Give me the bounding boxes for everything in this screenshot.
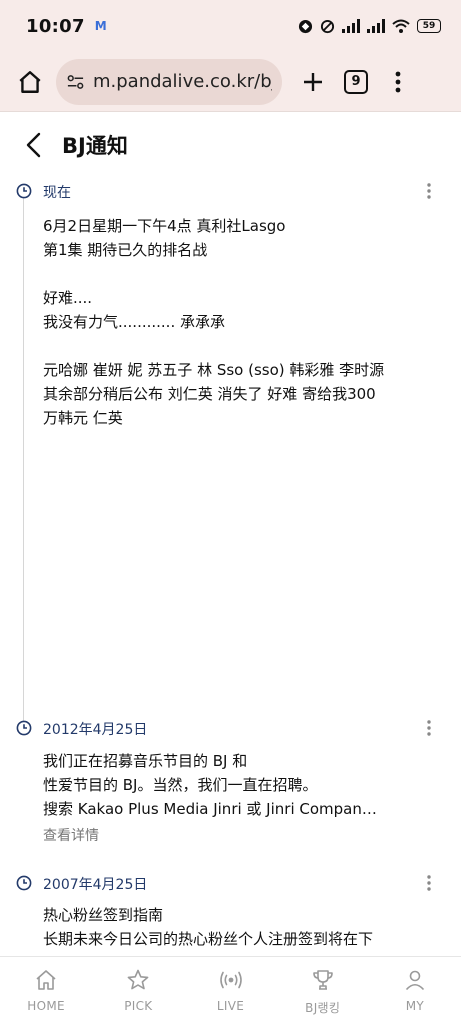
notice-date: 2007年4月25日 xyxy=(43,877,148,893)
more-vertical-icon xyxy=(427,183,431,199)
more-vertical-icon xyxy=(427,720,431,736)
chevron-left-icon xyxy=(26,132,41,158)
notice-line: 我们正在招募音乐节目的 BJ 和 xyxy=(43,752,248,770)
home-icon xyxy=(19,70,41,93)
notice-more-button[interactable] xyxy=(421,871,437,895)
notice-line: 第1集 期待已久的排名战 xyxy=(43,241,208,259)
timeline-line xyxy=(23,196,24,726)
notice-line: 搜索 Kakao Plus Media Jinri 或 Jinri Compan… xyxy=(43,800,377,818)
more-vertical-icon xyxy=(427,875,431,891)
live-icon xyxy=(218,967,244,993)
signal-icon xyxy=(342,19,360,33)
page-header: BJ通知 xyxy=(0,113,461,177)
nav-label: PICK xyxy=(124,999,153,1013)
tab-switcher-button[interactable]: 9 xyxy=(344,69,368,94)
notice-line: 万韩元 仁英 xyxy=(43,409,123,427)
battery-icon: 59 xyxy=(417,19,441,33)
notice-entry-header: 现在 xyxy=(0,179,461,203)
notice-blank-line xyxy=(43,262,443,286)
nav-my[interactable]: MY xyxy=(369,957,461,1024)
browser-home-button[interactable] xyxy=(14,66,46,98)
wifi-icon xyxy=(392,19,410,33)
nav-label: HOME xyxy=(27,999,65,1013)
gmail-notification-icon: M xyxy=(94,19,107,33)
home-icon xyxy=(33,967,59,993)
star-icon xyxy=(125,967,151,993)
back-button[interactable] xyxy=(20,130,46,160)
notice-date: 现在 xyxy=(43,185,71,201)
signal-icon-2 xyxy=(367,19,385,33)
notice-line: 元哈娜 崔妍 妮 苏五子 林 Sso (sso) 韩彩雅 李时源 xyxy=(43,361,385,379)
notice-body[interactable]: 6月2日星期一下午4点 真利社Lasgo 第1集 期待已久的排名战 好难....… xyxy=(43,214,443,430)
bottom-nav: HOME PICK LIVE BJ랭킹 MY xyxy=(0,956,461,1024)
notice-line: 其余部分稍后公布 刘仁英 消失了 好难 寄给我300 xyxy=(43,385,376,403)
do-not-disturb-icon xyxy=(320,19,335,34)
notice-more-button[interactable] xyxy=(421,179,437,203)
status-bar: 10:07 M 59 xyxy=(0,0,461,52)
vpn-icon xyxy=(298,19,313,34)
trophy-icon xyxy=(310,967,336,993)
address-bar[interactable]: m.pandalive.co.kr/bjl xyxy=(56,58,282,105)
browser-menu-button[interactable] xyxy=(388,67,408,97)
nav-bj-ranking[interactable]: BJ랭킹 xyxy=(277,957,369,1024)
person-icon xyxy=(402,967,428,993)
notice-entry-header: 2007年4月25日 xyxy=(0,871,461,895)
notice-line: 性爱节目的 BJ。当然，我们一直在招聘。 xyxy=(43,776,318,794)
nav-label: MY xyxy=(405,999,425,1013)
notice-more-button[interactable] xyxy=(421,716,437,740)
clock-icon xyxy=(16,720,32,736)
nav-home[interactable]: HOME xyxy=(0,957,92,1024)
status-icons: 59 xyxy=(298,19,441,34)
nav-label: BJ랭킹 xyxy=(305,1001,341,1015)
new-tab-button[interactable] xyxy=(298,67,328,97)
nav-pick[interactable]: PICK xyxy=(92,957,184,1024)
view-details-link[interactable]: 查看详情 xyxy=(43,825,99,845)
nav-live[interactable]: LIVE xyxy=(184,957,276,1024)
notice-line: 长期未来今日公司的热心粉丝个人注册签到将在下 xyxy=(43,930,374,948)
notice-blank-line xyxy=(43,334,443,358)
status-time: 10:07 xyxy=(26,15,85,37)
site-settings-icon[interactable] xyxy=(66,72,85,92)
notice-body[interactable]: 我们正在招募音乐节目的 BJ 和 性爱节目的 BJ。当然，我们一直在招聘。 搜索… xyxy=(43,749,443,821)
clock-icon xyxy=(16,875,32,891)
notice-line: 好难.... xyxy=(43,289,93,307)
notice-line: 热心粉丝签到指南 xyxy=(43,906,164,924)
more-vertical-icon xyxy=(395,71,401,92)
plus-icon xyxy=(304,72,322,91)
clock-icon xyxy=(16,183,32,199)
notice-line: 我没有力气............ 承承承 xyxy=(43,313,225,331)
notice-date: 2012年4月25日 xyxy=(43,722,148,738)
notice-line: 6月2日星期一下午4点 真利社Lasgo xyxy=(43,217,286,235)
browser-toolbar: m.pandalive.co.kr/bjl 9 xyxy=(0,52,461,112)
url-text: m.pandalive.co.kr/bjl xyxy=(92,71,272,92)
page-title: BJ通知 xyxy=(62,134,128,158)
notice-entry-header: 2012年4月25日 xyxy=(0,716,461,740)
nav-label: LIVE xyxy=(216,999,245,1013)
notice-body[interactable]: 热心粉丝签到指南 长期未来今日公司的热心粉丝个人注册签到将在下 xyxy=(43,903,443,951)
